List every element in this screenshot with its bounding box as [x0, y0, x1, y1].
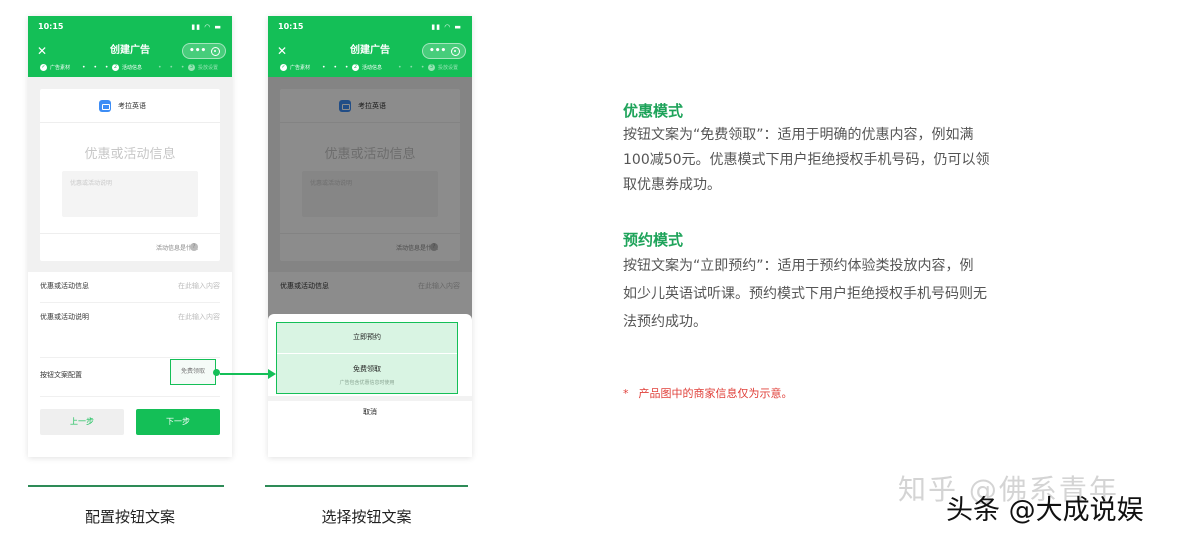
divider	[40, 357, 220, 358]
caption-config: 配置按钮文案	[84, 508, 175, 526]
check-icon: ✓	[280, 64, 287, 71]
promo-desc-input[interactable]: 在此输入内容	[178, 312, 220, 322]
step-3-number: 3	[188, 64, 195, 71]
step-divider: • • •	[158, 64, 188, 71]
connector-dot	[213, 369, 220, 376]
step-3-label: 投放设置	[438, 65, 459, 71]
section-discount: 优惠模式 按钮文案为“免费领取”：适用于明确的优惠内容，例如满 100减50元。…	[623, 99, 1063, 198]
section-line: 如少儿英语试听课。预约模式下用户拒绝授权手机号码则无	[623, 286, 987, 302]
nav-row: ✕ 创建广告 •••	[28, 42, 232, 60]
status-time: 10:15	[38, 22, 64, 31]
exit-circle-icon[interactable]	[451, 47, 460, 56]
step-divider: • • •	[82, 64, 112, 71]
top-bar: 10:15 ▮▮ ◠ ▬ ✕ 创建广告 ••• ✓ 广告素材 • • • 2 活动信…	[268, 16, 472, 77]
mini-program-capsule[interactable]: •••	[422, 43, 466, 59]
step-2: 2 活动信息	[112, 63, 142, 73]
watermark-toutiao: 头条 @大成说娱	[946, 495, 1144, 526]
step-2-number: 2	[112, 64, 119, 71]
prev-button[interactable]: 上一步	[40, 409, 124, 435]
brand-logo-icon	[99, 100, 111, 112]
sheet-gap	[268, 396, 472, 401]
check-icon: ✓	[40, 64, 47, 71]
status-bar: 10:15 ▮▮ ◠ ▬	[38, 22, 222, 34]
section-line: 按钮文案为“立即预约”：适用于预约体验类投放内容，例	[623, 258, 974, 274]
caption-rule	[28, 485, 224, 487]
form-row-promo-desc[interactable]: 优惠或活动说明 在此输入内容	[28, 303, 232, 333]
divider	[40, 396, 220, 397]
brand-name: 考拉英语	[118, 102, 146, 110]
card-footer: 活动信息是什么 ?	[40, 233, 220, 261]
section-reserve: 预约模式 按钮文案为“立即预约”：适用于预约体验类投放内容，例 如少儿英语试听课…	[623, 228, 1063, 336]
section-title: 预约模式	[623, 231, 684, 249]
section-line: 取优惠券成功。	[623, 177, 721, 193]
step-1-label: 广告素材	[290, 65, 311, 71]
exit-circle-icon[interactable]	[211, 47, 220, 56]
section-line: 法预约成功。	[623, 314, 707, 330]
more-icon[interactable]: •••	[189, 45, 206, 57]
promo-desc-placeholder: 优惠或活动说明	[70, 180, 113, 187]
nav-row: ✕ 创建广告 •••	[268, 42, 472, 60]
step-2-number: 2	[352, 64, 359, 71]
ad-form: 优惠或活动信息 在此输入内容 优惠或活动说明 在此输入内容 按钮文案配置 免费领…	[28, 272, 232, 457]
phone-config-screen: 10:15 ▮▮ ◠ ▬ ✕ 创建广告 ••• ✓ 广告素材 • • • 2 活动信…	[28, 16, 232, 457]
asterisk: *	[623, 387, 629, 400]
status-time: 10:15	[278, 22, 304, 31]
section-line: 100减50元。优惠模式下用户拒绝授权手机号码，仍可以领	[623, 152, 990, 168]
field-label: 优惠或活动说明	[40, 313, 89, 321]
ad-preview-card: 考拉英语 优惠或活动信息 优惠或活动说明 活动信息是什么 ?	[40, 89, 220, 261]
more-icon[interactable]: •••	[429, 45, 446, 57]
signal-wifi-battery-icon: ▮▮ ◠ ▬	[191, 23, 222, 31]
step-1: ✓ 广告素材	[280, 63, 310, 73]
caption-select: 选择按钮文案	[321, 508, 412, 526]
disclaimer-note: * 产品图中的商家信息仅为示意。	[623, 385, 793, 401]
question-icon[interactable]: ?	[190, 243, 198, 251]
cancel-button[interactable]: 取消	[268, 407, 472, 417]
signal-wifi-battery-icon: ▮▮ ◠ ▬	[431, 23, 462, 31]
step-3: 3 投放设置	[188, 63, 218, 73]
button-text-select[interactable]: 免费领取	[170, 359, 216, 385]
section-title: 优惠模式	[623, 102, 684, 120]
highlight-frame	[276, 322, 458, 394]
field-label: 按钮文案配置	[40, 371, 82, 379]
step-3: 3 投放设置	[428, 63, 458, 73]
note-text: 产品图中的商家信息仅为示意。	[638, 387, 793, 400]
step-3-label: 投放设置	[198, 65, 219, 71]
caption-rule	[265, 485, 468, 487]
promo-info-input[interactable]: 在此输入内容	[178, 281, 220, 291]
phone-select-screen: 10:15 ▮▮ ◠ ▬ ✕ 创建广告 ••• ✓ 广告素材 • • • 2 活动信…	[268, 16, 472, 457]
status-bar: 10:15 ▮▮ ◠ ▬	[278, 22, 462, 34]
next-button[interactable]: 下一步	[136, 409, 220, 435]
promo-title: 优惠或活动信息	[84, 147, 176, 162]
promo-desc-box: 优惠或活动说明	[62, 171, 198, 217]
connector-line	[220, 373, 272, 375]
step-1: ✓ 广告素材	[40, 63, 70, 73]
action-sheet: 立即预约 免费领取 广告包含优惠信息时使用 取消	[268, 314, 472, 457]
step-progress: ✓ 广告素材 • • • 2 活动信息 • • • 3 投放设置	[280, 63, 470, 73]
step-2-label: 活动信息	[362, 65, 383, 71]
step-divider: • • •	[322, 64, 352, 71]
form-row-promo-info[interactable]: 优惠或活动信息 在此输入内容	[28, 272, 232, 302]
step-divider: • • •	[398, 64, 428, 71]
step-1-label: 广告素材	[50, 65, 71, 71]
step-progress: ✓ 广告素材 • • • 2 活动信息 • • • 3 投放设置	[40, 63, 230, 73]
section-line: 按钮文案为“免费领取”：适用于明确的优惠内容，例如满	[623, 127, 974, 143]
step-3-number: 3	[428, 64, 435, 71]
top-bar: 10:15 ▮▮ ◠ ▬ ✕ 创建广告 ••• ✓ 广告素材 • • • 2 活动信…	[28, 16, 232, 77]
field-label: 优惠或活动信息	[40, 282, 89, 290]
step-2-label: 活动信息	[122, 65, 143, 71]
canvas: 10:15 ▮▮ ◠ ▬ ✕ 创建广告 ••• ✓ 广告素材 • • • 2 活动信…	[0, 0, 1179, 537]
mini-program-capsule[interactable]: •••	[182, 43, 226, 59]
arrow-right-icon	[268, 369, 276, 379]
step-2: 2 活动信息	[352, 63, 382, 73]
card-header: 考拉英语	[40, 89, 220, 123]
